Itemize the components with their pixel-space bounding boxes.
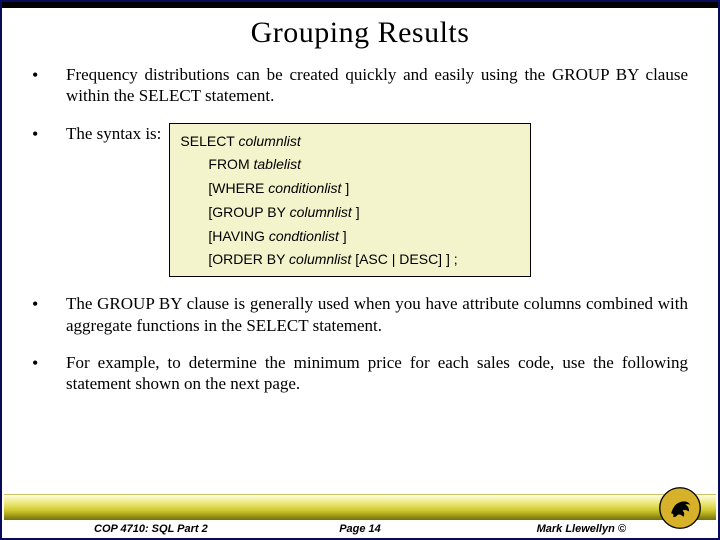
footer-gradient-bar xyxy=(4,494,716,522)
ucf-pegasus-logo xyxy=(658,486,702,530)
placeholder-conditionlist: conditionlist xyxy=(268,180,341,196)
top-accent-bar xyxy=(2,2,718,8)
syntax-code-box: SELECT columnlist FROM tablelist [WHERE … xyxy=(169,123,531,278)
slide-title: Grouping Results xyxy=(2,16,718,50)
bullet-row: • The syntax is: SELECT columnlist FROM … xyxy=(32,123,688,278)
placeholder-columnlist: columnlist xyxy=(290,204,352,220)
keyword-select: SELECT xyxy=(180,133,238,149)
syntax-container: The syntax is: SELECT columnlist FROM ta… xyxy=(66,123,688,278)
bullet-text: The GROUP BY clause is generally used wh… xyxy=(66,293,688,336)
code-line: FROM tablelist xyxy=(180,153,520,177)
keyword-from: FROM xyxy=(208,156,253,172)
code-line: [ORDER BY columnlist [ASC | DESC] ] ; xyxy=(180,248,520,272)
bullet-marker: • xyxy=(32,123,66,278)
footer: COP 4710: SQL Part 2 Page 14 Mark Llewel… xyxy=(4,494,716,536)
keyword-orderby: [ORDER BY xyxy=(208,251,289,267)
keyword-groupby: [GROUP BY xyxy=(208,204,289,220)
code-tail: [ASC | DESC] ] ; xyxy=(355,251,457,267)
placeholder-condtionlist: condtionlist xyxy=(269,228,339,244)
code-line: SELECT columnlist xyxy=(180,130,520,154)
code-bracket: ] xyxy=(339,228,347,244)
keyword-having: [HAVING xyxy=(208,228,268,244)
bullet-row: • For example, to determine the minimum … xyxy=(32,352,688,395)
bullet-text: For example, to determine the minimum pr… xyxy=(66,352,688,395)
bullet-marker: • xyxy=(32,352,66,395)
code-bracket: ] xyxy=(352,204,360,220)
bullet-row: • The GROUP BY clause is generally used … xyxy=(32,293,688,336)
keyword-where: [WHERE xyxy=(208,180,268,196)
placeholder-columnlist: columnlist xyxy=(239,133,301,149)
footer-author: Mark Llewellyn © xyxy=(537,523,626,535)
content-area: • Frequency distributions can be created… xyxy=(2,64,718,394)
bullet-marker: • xyxy=(32,293,66,336)
code-bracket: ] xyxy=(341,180,349,196)
code-line: [HAVING condtionlist ] xyxy=(180,225,520,249)
slide: Grouping Results • Frequency distributio… xyxy=(0,0,720,540)
code-line: [WHERE conditionlist ] xyxy=(180,177,520,201)
bullet-marker: • xyxy=(32,64,66,107)
placeholder-columnlist: columnlist xyxy=(289,251,355,267)
syntax-lead-text: The syntax is: xyxy=(66,123,161,144)
code-line: [GROUP BY columnlist ] xyxy=(180,201,520,225)
placeholder-tablelist: tablelist xyxy=(254,156,301,172)
bullet-text: Frequency distributions can be created q… xyxy=(66,64,688,107)
footer-text-row: COP 4710: SQL Part 2 Page 14 Mark Llewel… xyxy=(4,520,716,538)
bullet-row: • Frequency distributions can be created… xyxy=(32,64,688,107)
